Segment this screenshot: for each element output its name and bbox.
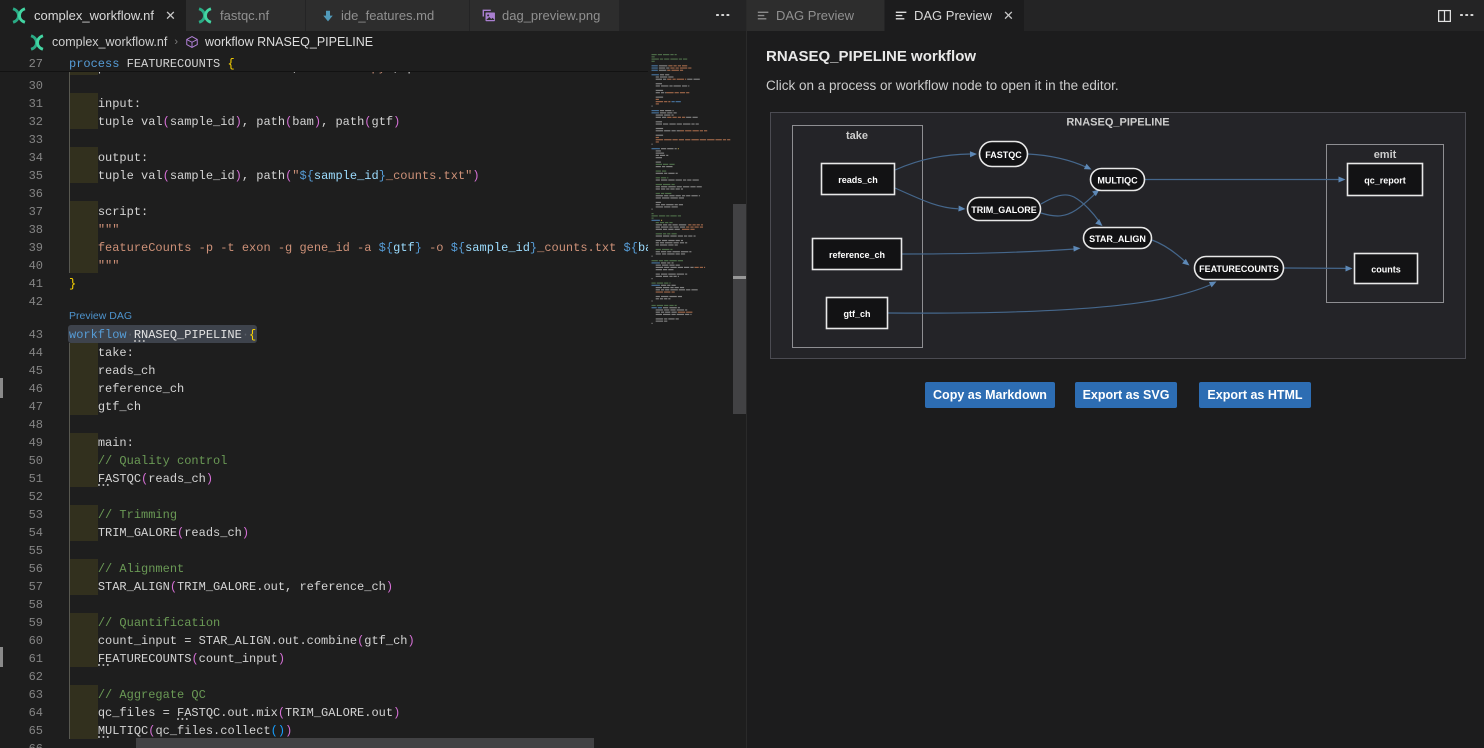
- svg-text:reads_ch: reads_ch: [838, 175, 878, 185]
- svg-text:take: take: [846, 130, 868, 142]
- svg-text:FEATURECOUNTS: FEATURECOUNTS: [1199, 264, 1279, 274]
- svg-text:MULTIQC: MULTIQC: [1097, 176, 1138, 186]
- svg-text:RNASEQ_PIPELINE: RNASEQ_PIPELINE: [1066, 117, 1169, 129]
- svg-text:counts: counts: [1371, 265, 1401, 275]
- svg-text:reference_ch: reference_ch: [829, 250, 885, 260]
- svg-text:FASTQC: FASTQC: [985, 150, 1022, 160]
- svg-text:emit: emit: [1374, 149, 1397, 161]
- svg-text:STAR_ALIGN: STAR_ALIGN: [1089, 234, 1146, 244]
- svg-text:gtf_ch: gtf_ch: [844, 309, 871, 319]
- svg-text:qc_report: qc_report: [1364, 176, 1406, 186]
- svg-text:TRIM_GALORE: TRIM_GALORE: [971, 205, 1037, 215]
